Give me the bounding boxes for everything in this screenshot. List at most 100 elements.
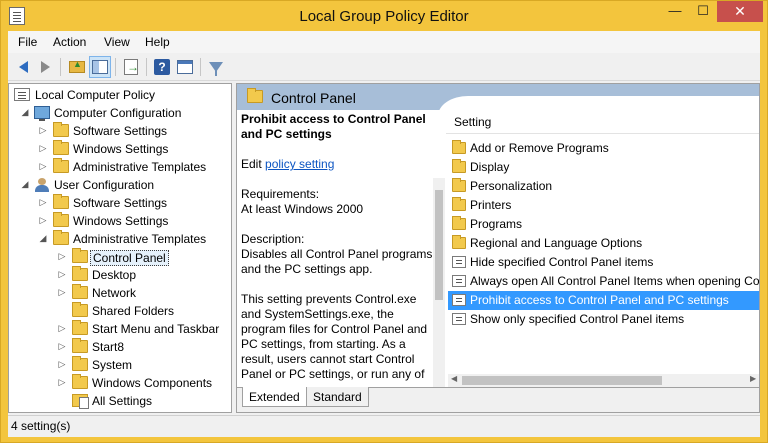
- user-icon: [34, 178, 50, 192]
- show-hide-tree-button[interactable]: [89, 56, 111, 78]
- edit-prefix: Edit: [241, 157, 262, 171]
- tree-node-local-computer-policy[interactable]: Local Computer Policy: [9, 86, 231, 104]
- list-item[interactable]: Add or Remove Programs: [448, 139, 759, 158]
- list-item-label: Regional and Language Options: [470, 236, 643, 250]
- collapsed-arrow-icon[interactable]: ▷: [57, 287, 67, 298]
- tree-node-all-settings[interactable]: All Settings: [9, 392, 231, 410]
- title-bar[interactable]: Local Group Policy Editor — ☐ ✕: [1, 1, 767, 31]
- filter-button[interactable]: [205, 56, 227, 78]
- console-tree[interactable]: Local Computer Policy ◢ Computer Configu…: [8, 83, 232, 413]
- description-text: Prohibit access to Control Panel and PC …: [241, 112, 437, 382]
- tree-node-computer-configuration[interactable]: ◢ Computer Configuration: [9, 104, 231, 122]
- menu-file[interactable]: File: [18, 35, 37, 49]
- back-button[interactable]: [12, 56, 34, 78]
- scroll-right-icon[interactable]: ▶: [750, 374, 756, 383]
- list-item[interactable]: Printers: [448, 196, 759, 215]
- list-item[interactable]: Display: [448, 158, 759, 177]
- tree-node-computer-administrative-templates[interactable]: ▷ Administrative Templates: [9, 158, 231, 176]
- all-settings-icon: [72, 394, 89, 409]
- tree-node-windows-components[interactable]: ▷ Windows Components: [9, 374, 231, 392]
- status-text: 4 setting(s): [11, 419, 71, 433]
- expanded-arrow-icon[interactable]: ◢: [20, 107, 30, 118]
- menu-help[interactable]: Help: [145, 35, 170, 49]
- scrollbar-thumb[interactable]: [435, 190, 443, 300]
- menu-view[interactable]: View: [104, 35, 130, 49]
- tree-node-shared-folders[interactable]: Shared Folders: [9, 302, 231, 320]
- tree-node-user-administrative-templates[interactable]: ◢ Administrative Templates: [9, 230, 231, 248]
- tree-node-label: Windows Settings: [73, 142, 169, 156]
- collapsed-arrow-icon[interactable]: ▷: [57, 251, 67, 262]
- collapsed-arrow-icon[interactable]: ▷: [38, 125, 48, 136]
- collapsed-arrow-icon[interactable]: ▷: [57, 377, 67, 388]
- tree-node-network[interactable]: ▷ Network: [9, 284, 231, 302]
- help-button[interactable]: ?: [151, 56, 173, 78]
- setting-icon: [452, 294, 466, 306]
- menu-bar: File Action View Help: [8, 31, 760, 53]
- menu-action[interactable]: Action: [53, 35, 86, 49]
- settings-list[interactable]: Setting Add or Remove Programs Display P…: [446, 110, 759, 387]
- description-scrollbar[interactable]: [433, 178, 445, 408]
- tree-node-user-configuration[interactable]: ◢ User Configuration: [9, 176, 231, 194]
- folder-icon: [72, 356, 88, 371]
- tab-extended[interactable]: Extended: [242, 387, 307, 407]
- list-item[interactable]: Hide specified Control Panel items: [448, 253, 759, 272]
- expanded-arrow-icon[interactable]: ◢: [20, 179, 30, 190]
- tree-node-label: User Configuration: [54, 178, 155, 192]
- tree-node-user-software-settings[interactable]: ▷ Software Settings: [9, 194, 231, 212]
- description-paragraph-2: This setting prevents Control.exe and Sy…: [241, 292, 428, 381]
- app-window: Local Group Policy Editor — ☐ ✕ File Act…: [0, 0, 768, 443]
- list-item[interactable]: Show only specified Control Panel items: [448, 310, 759, 329]
- list-item[interactable]: Regional and Language Options: [448, 234, 759, 253]
- export-list-button[interactable]: [120, 56, 142, 78]
- edit-policy-setting-link[interactable]: policy setting: [265, 157, 334, 171]
- folder-icon: [53, 230, 69, 245]
- scrollbar-thumb[interactable]: [462, 376, 662, 385]
- tree-node-label: Software Settings: [73, 196, 168, 210]
- collapsed-arrow-icon[interactable]: ▷: [57, 359, 67, 370]
- tree-node-label: Administrative Templates: [73, 160, 207, 174]
- folder-icon: [452, 140, 466, 154]
- up-one-level-button[interactable]: [66, 56, 88, 78]
- collapsed-arrow-icon[interactable]: ▷: [57, 341, 67, 352]
- collapsed-arrow-icon[interactable]: ▷: [38, 215, 48, 226]
- collapsed-arrow-icon[interactable]: ▷: [57, 323, 67, 334]
- description-label: Description:: [241, 232, 305, 246]
- toolbar-separator: [115, 58, 116, 76]
- close-button[interactable]: ✕: [717, 1, 763, 22]
- tree-node-computer-software-settings[interactable]: ▷ Software Settings: [9, 122, 231, 140]
- tab-standard[interactable]: Standard: [306, 387, 369, 407]
- expanded-arrow-icon[interactable]: ◢: [38, 233, 48, 244]
- folder-icon: [247, 88, 263, 103]
- tree-node-start8[interactable]: ▷ Start8: [9, 338, 231, 356]
- collapsed-arrow-icon[interactable]: ▷: [38, 143, 48, 154]
- list-item-selected[interactable]: Prohibit access to Control Panel and PC …: [448, 291, 759, 310]
- properties-button[interactable]: [174, 56, 196, 78]
- maximize-button[interactable]: ☐: [689, 1, 717, 22]
- collapsed-arrow-icon[interactable]: ▷: [38, 161, 48, 172]
- tree-node-system[interactable]: ▷ System: [9, 356, 231, 374]
- collapsed-arrow-icon[interactable]: ▷: [57, 269, 67, 280]
- window-title: Local Group Policy Editor: [299, 8, 469, 25]
- setting-icon: [452, 256, 466, 268]
- back-arrow-icon: [18, 61, 28, 73]
- tree-node-control-panel[interactable]: ▷ Control Panel: [9, 248, 231, 266]
- list-item[interactable]: Personalization: [448, 177, 759, 196]
- scroll-left-icon[interactable]: ◀: [451, 374, 457, 383]
- column-header-setting[interactable]: Setting: [446, 110, 759, 134]
- folder-icon: [53, 140, 69, 155]
- folder-icon: [72, 248, 88, 263]
- tree-node-start-menu-and-taskbar[interactable]: ▷ Start Menu and Taskbar: [9, 320, 231, 338]
- forward-button[interactable]: [34, 56, 56, 78]
- tree-node-user-windows-settings[interactable]: ▷ Windows Settings: [9, 212, 231, 230]
- tree-node-desktop[interactable]: ▷ Desktop: [9, 266, 231, 284]
- list-item[interactable]: Programs: [448, 215, 759, 234]
- list-item[interactable]: Always open All Control Panel Items when…: [448, 272, 759, 291]
- tree-node-label: Computer Configuration: [54, 106, 182, 120]
- tree-node-computer-windows-settings[interactable]: ▷ Windows Settings: [9, 140, 231, 158]
- collapsed-arrow-icon[interactable]: ▷: [38, 197, 48, 208]
- tree-node-label: Windows Components: [92, 376, 213, 390]
- setting-icon: [452, 313, 466, 325]
- panel-title: Control Panel: [271, 90, 356, 106]
- minimize-button[interactable]: —: [661, 1, 689, 22]
- settings-horizontal-scrollbar[interactable]: ◀ ▶: [448, 374, 759, 387]
